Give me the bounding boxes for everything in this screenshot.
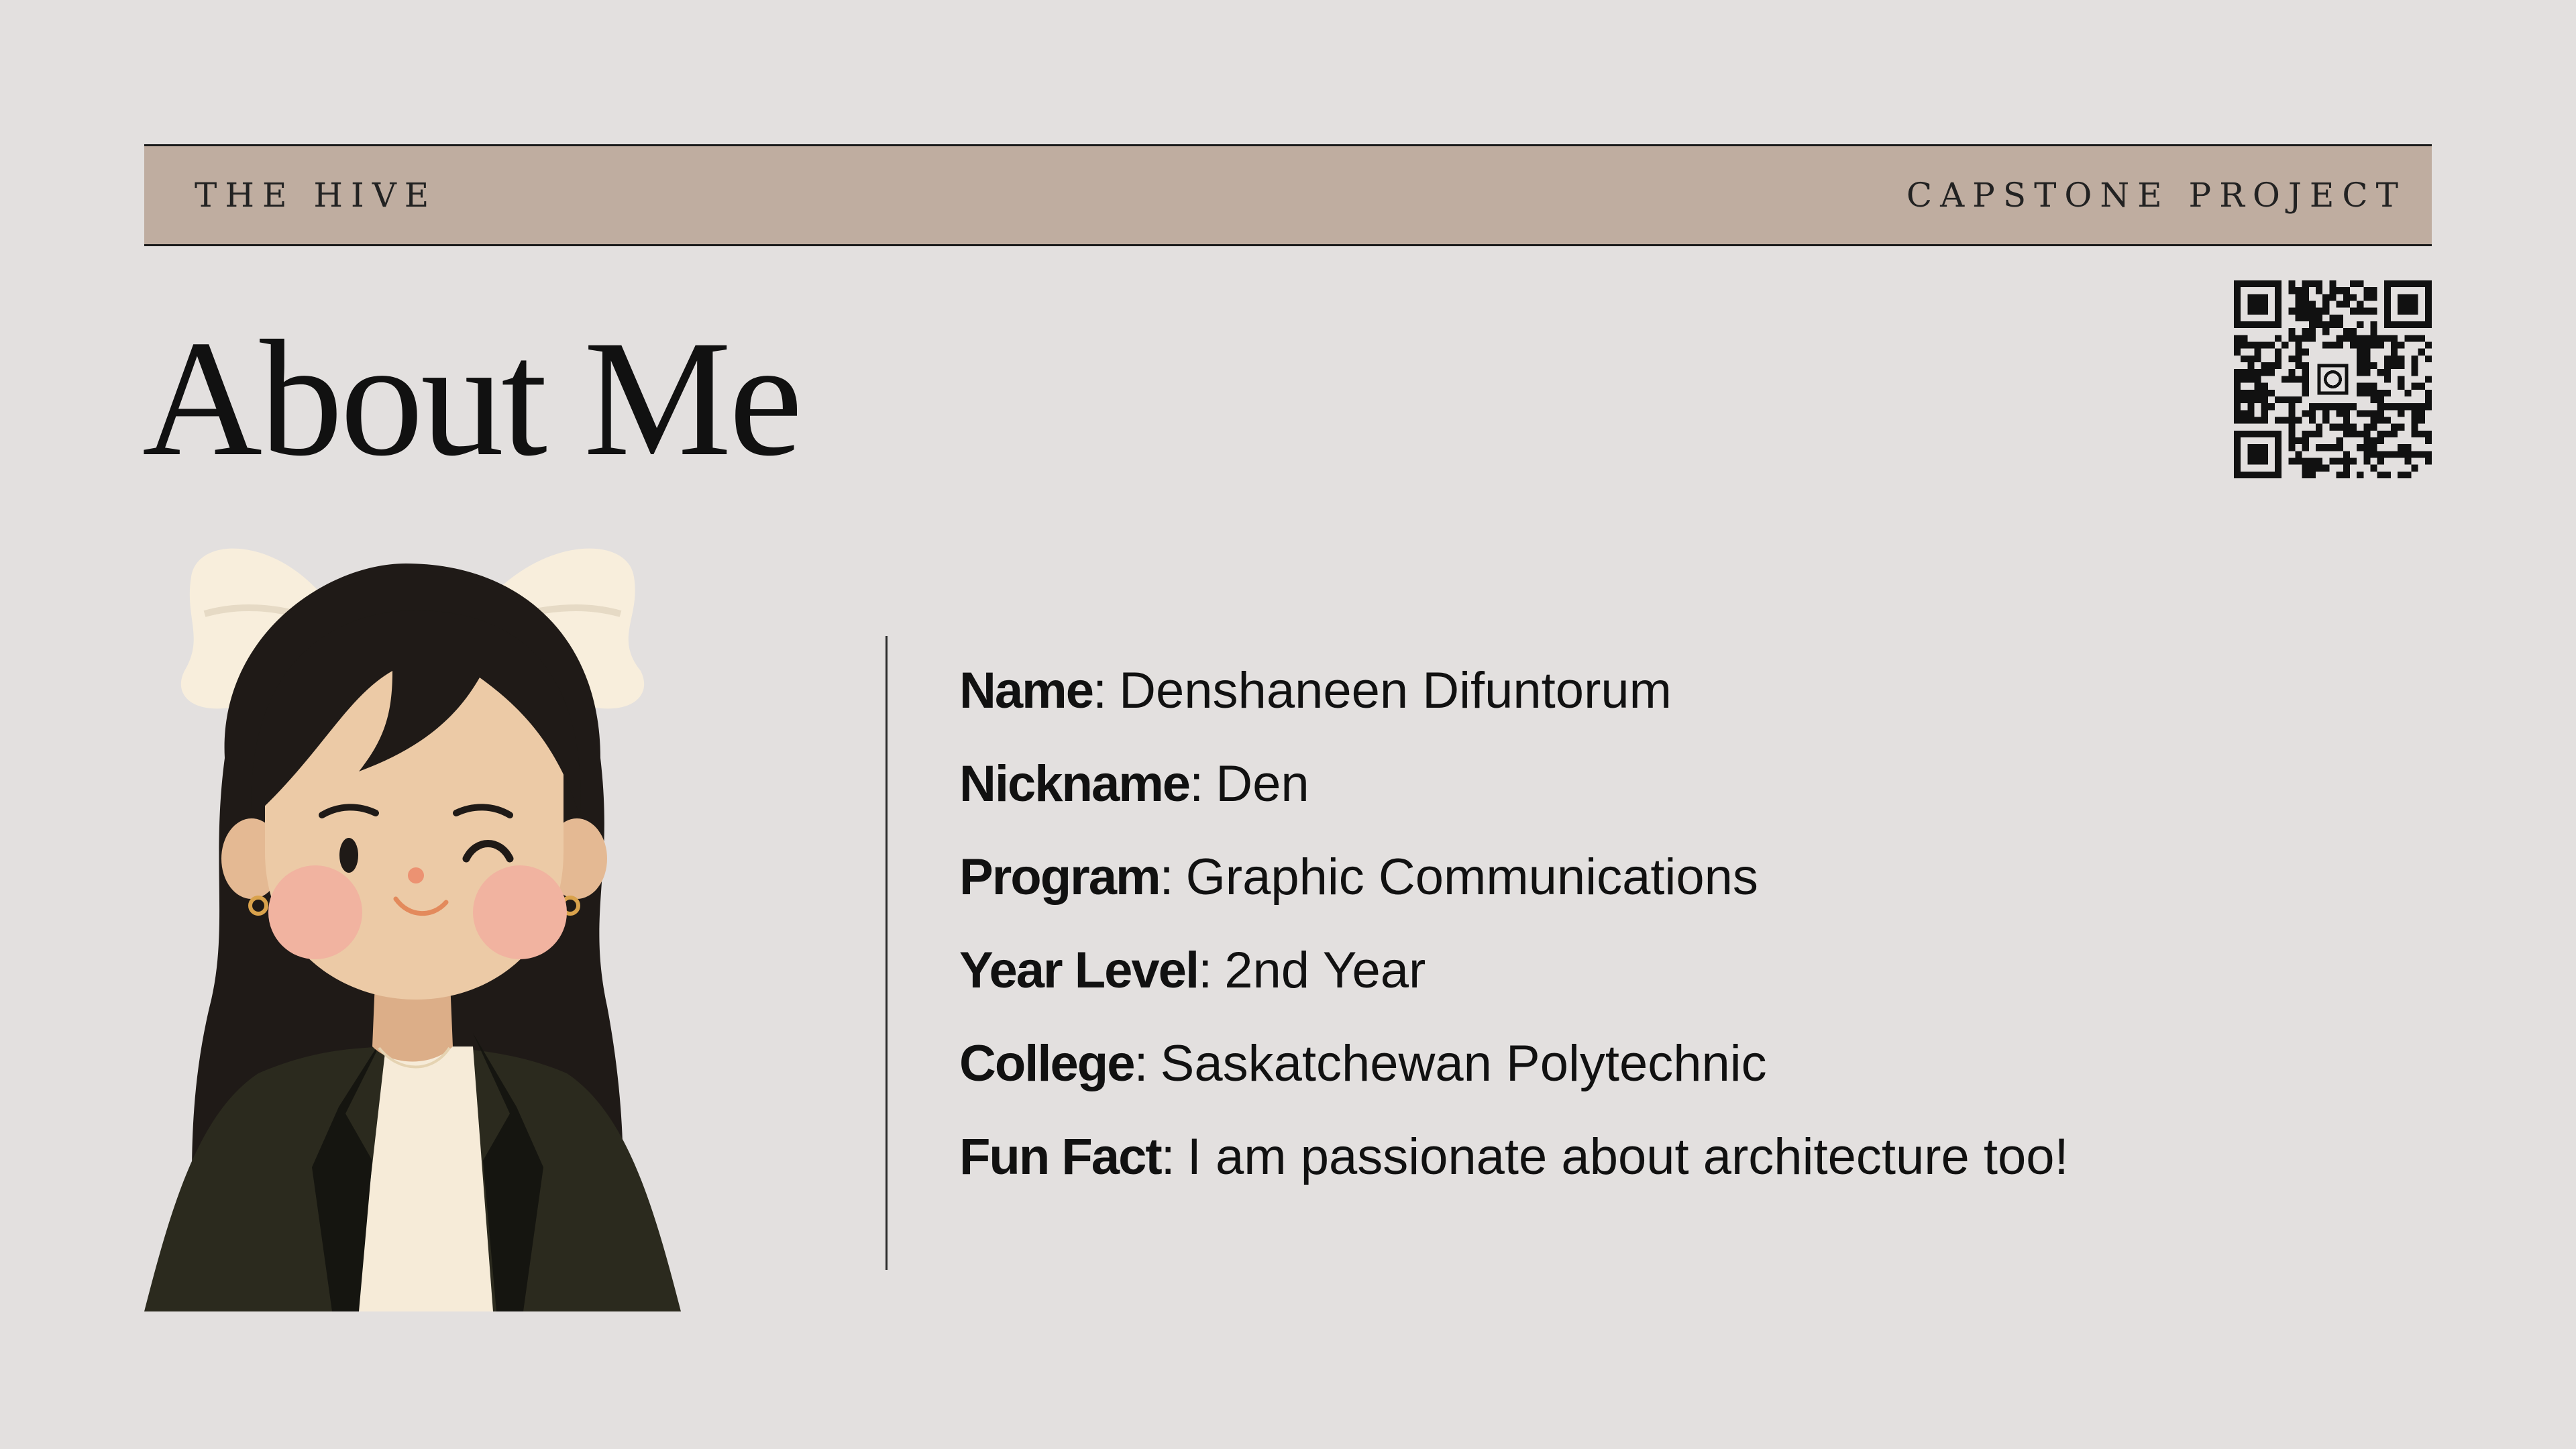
detail-college: College: Saskatchewan Polytechnic	[959, 1027, 2435, 1120]
girl-avatar-illustration	[144, 548, 681, 1311]
detail-separator: :	[1189, 755, 1204, 812]
detail-fun-fact: Fun Fact: I am passionate about architect…	[959, 1120, 2435, 1214]
detail-value: Graphic Communications	[1185, 849, 1758, 906]
header-right-text: CAPSTONE PROJECT	[1906, 176, 2406, 215]
detail-label: Fun Fact	[959, 1128, 1163, 1185]
detail-label: Program	[959, 849, 1161, 906]
detail-value: Saskatchewan Polytechnic	[1160, 1035, 1767, 1092]
detail-year-level: Year Level: 2nd Year	[959, 934, 2435, 1027]
detail-value: 2nd Year	[1224, 942, 1426, 999]
detail-label: Nickname	[959, 755, 1191, 812]
detail-separator: :	[1093, 662, 1108, 719]
details-list: Name: Denshaneen Difuntorum Nickname: Den …	[959, 654, 2435, 1214]
detail-value: Denshaneen Difuntorum	[1119, 662, 1672, 719]
detail-nickname: Nickname: Den	[959, 747, 2435, 841]
qr-code-icon	[2234, 280, 2432, 478]
page-title: About Me	[142, 306, 803, 490]
header-band: THE HIVE CAPSTONE PROJECT	[144, 144, 2432, 246]
detail-value: Den	[1216, 755, 1309, 812]
detail-program: Program: Graphic Communications	[959, 841, 2435, 934]
detail-label: Year Level	[959, 942, 1199, 999]
header-left-text: THE HIVE	[195, 176, 437, 215]
detail-separator: :	[1198, 942, 1213, 999]
detail-separator: :	[1159, 849, 1174, 906]
detail-name: Name: Denshaneen Difuntorum	[959, 654, 2435, 747]
detail-separator: :	[1134, 1035, 1148, 1092]
detail-separator: :	[1161, 1128, 1175, 1185]
vertical-divider	[885, 636, 888, 1270]
detail-label: College	[959, 1035, 1135, 1092]
detail-label: Name	[959, 662, 1094, 719]
detail-value: I am passionate about architecture too!	[1187, 1128, 2069, 1185]
